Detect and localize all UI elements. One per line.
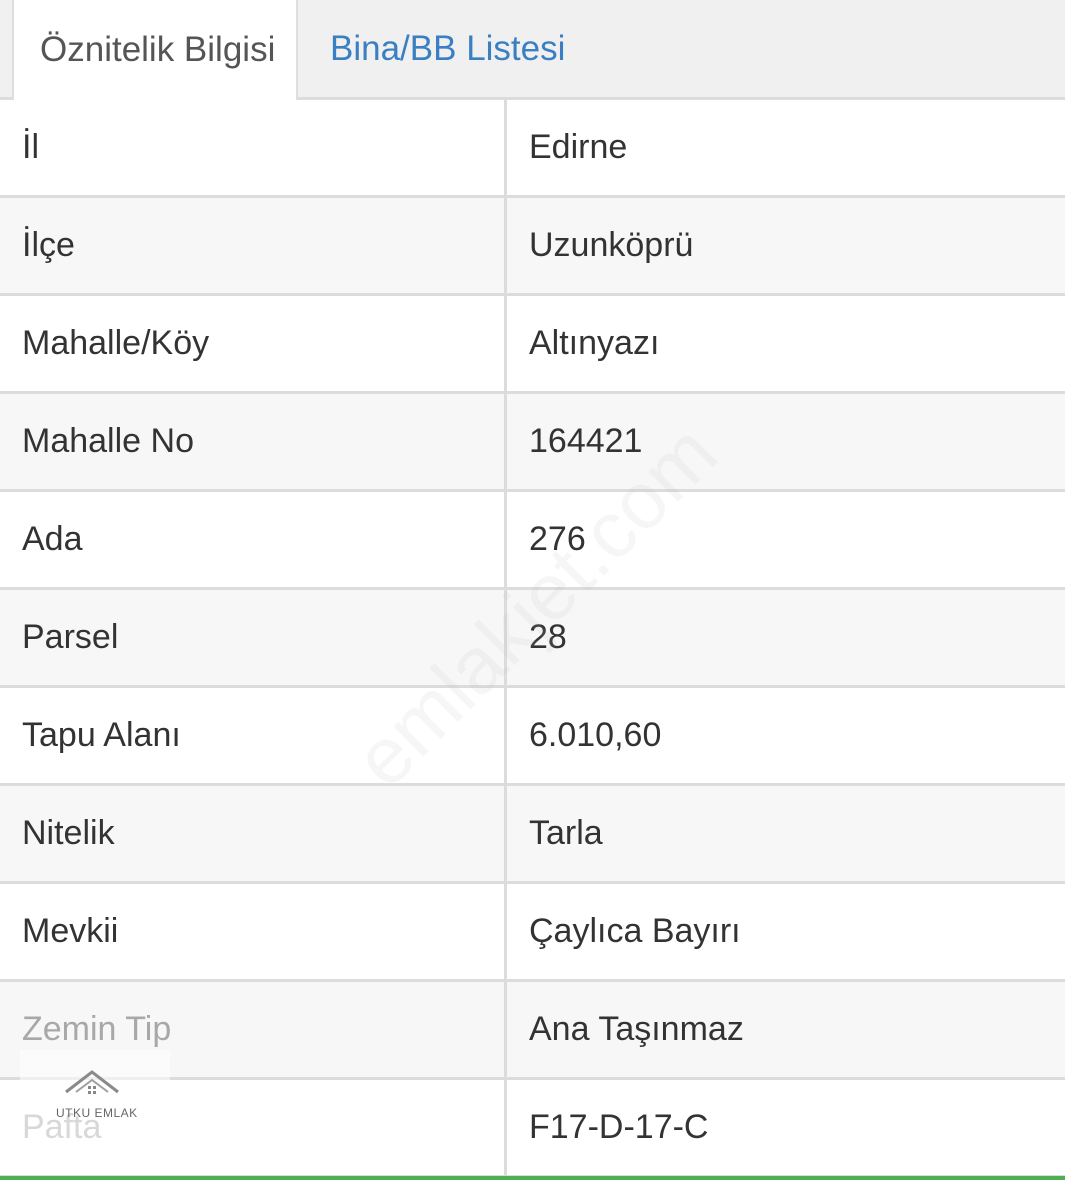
attribute-table: İl Edirne İlçe Uzunköprü Mahalle/Köy Alt… [0,100,1065,1178]
row-value: 6.010,60 [529,716,662,754]
tab-bina-bb-listesi[interactable]: Bina/BB Listesi [330,0,565,97]
row-value: 276 [529,520,586,558]
row-value: Uzunköprü [529,226,694,264]
row-key: Mevkii [0,884,507,979]
row-key: İlçe [0,198,507,293]
table-row: Ada 276 [0,492,1065,590]
row-value: Tarla [529,814,603,852]
table-row: İlçe Uzunköprü [0,198,1065,296]
bottom-accent-line [0,1176,1065,1180]
tab-bar: Öznitelik Bilgisi Bina/BB Listesi [0,0,1065,100]
table-row: Mevkii Çaylıca Bayırı [0,884,1065,982]
table-row: Mahalle/Köy Altınyazı [0,296,1065,394]
row-value: 28 [529,618,567,656]
table-row: Mahalle No 164421 [0,394,1065,492]
row-key: Mahalle No [0,394,507,489]
tab-label: Öznitelik Bilgisi [40,30,276,69]
tab-label: Bina/BB Listesi [330,28,566,68]
table-row: Tapu Alanı 6.010,60 [0,688,1065,786]
table-row: Parsel 28 [0,590,1065,688]
row-key: Nitelik [0,786,507,881]
table-row: Pafta F17-D-17-C [0,1080,1065,1178]
row-value: Altınyazı [529,324,660,362]
row-value: F17-D-17-C [529,1108,709,1146]
row-value: Çaylıca Bayırı [529,912,741,950]
table-row: İl Edirne [0,100,1065,198]
row-key: Tapu Alanı [0,688,507,783]
row-key: Zemin Tip [0,982,507,1077]
row-key: Pafta [0,1080,507,1175]
row-value: Ana Taşınmaz [529,1010,744,1048]
row-key: İl [0,100,507,195]
row-key: Mahalle/Köy [0,296,507,391]
table-row: Zemin Tip Ana Taşınmaz [0,982,1065,1080]
tab-oznitelik-bilgisi[interactable]: Öznitelik Bilgisi [12,0,298,100]
table-row: Nitelik Tarla [0,786,1065,884]
row-value: 164421 [529,422,643,460]
row-key: Ada [0,492,507,587]
row-key: Parsel [0,590,507,685]
row-value: Edirne [529,128,628,166]
page: Öznitelik Bilgisi Bina/BB Listesi İl Edi… [0,0,1065,1180]
